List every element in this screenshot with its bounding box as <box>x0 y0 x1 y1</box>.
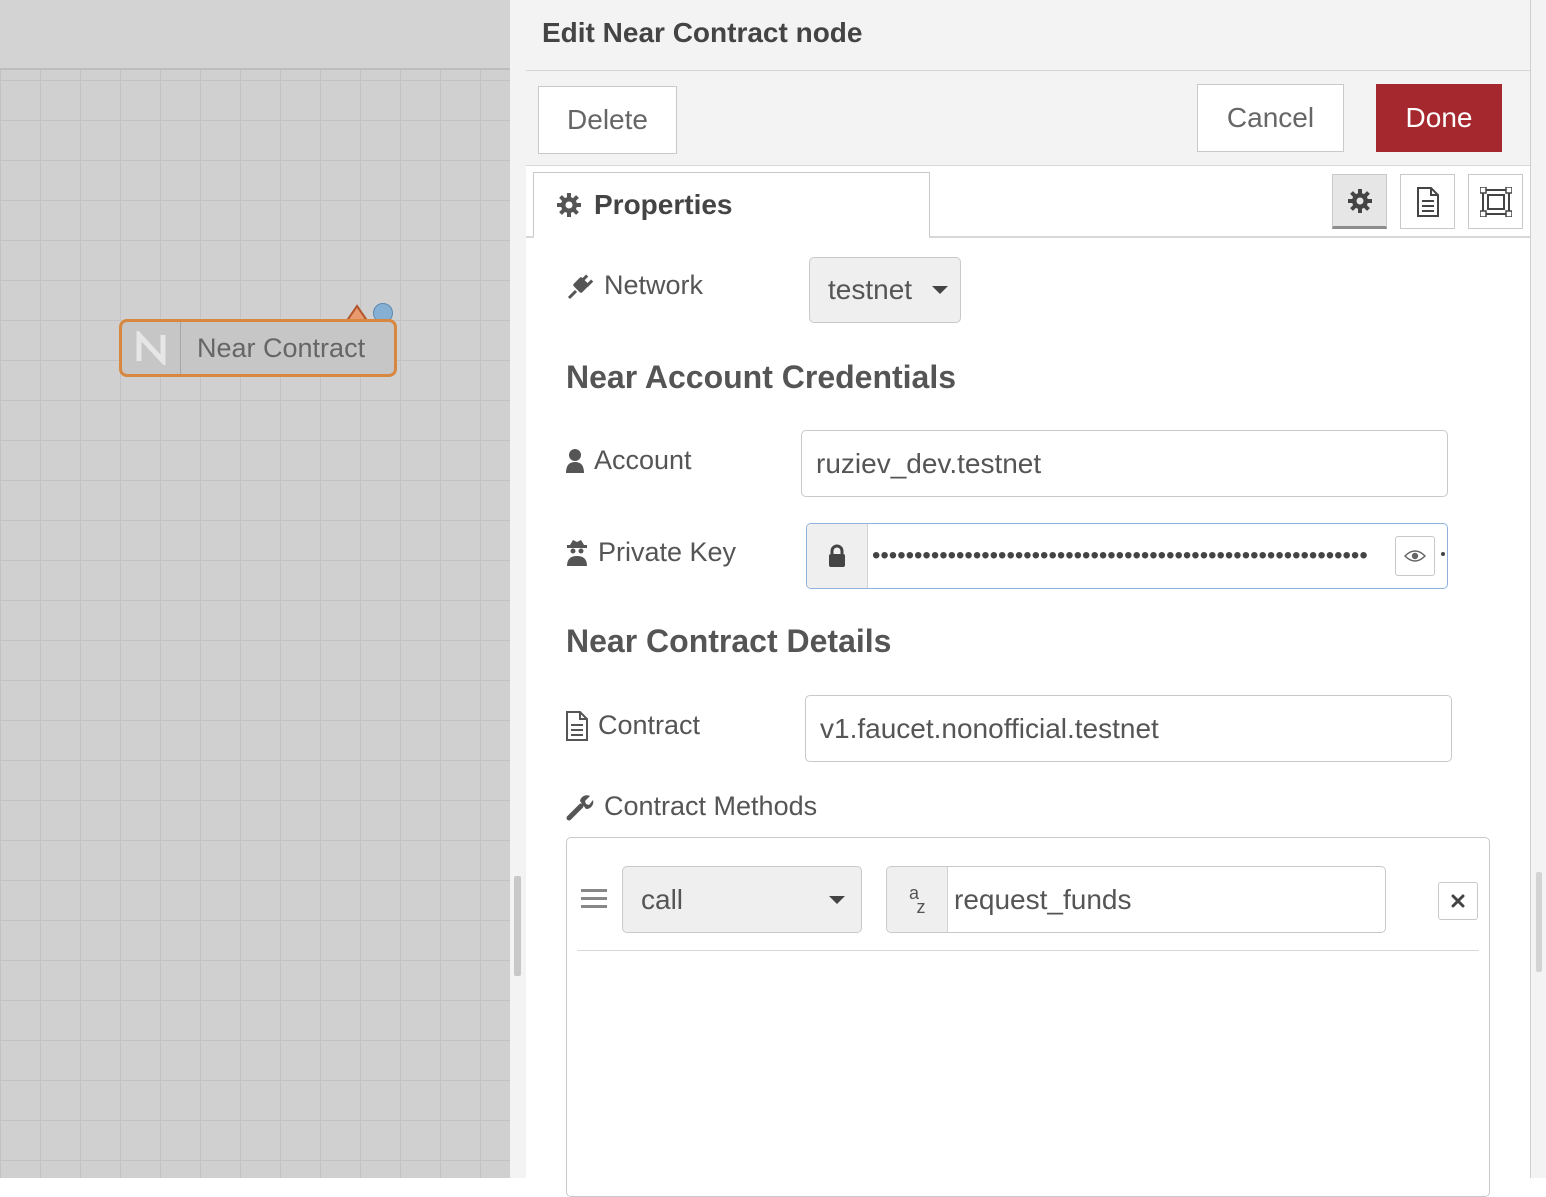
plug-icon <box>567 273 594 299</box>
near-logo-icon <box>122 322 181 374</box>
contract-label-row: Contract <box>566 710 700 741</box>
network-value: testnet <box>828 274 913 305</box>
credentials-heading: Near Account Credentials <box>566 359 957 395</box>
tray-title: Edit Near Contract node <box>542 17 863 48</box>
contract-field[interactable] <box>805 695 1452 762</box>
user-icon <box>566 448 584 473</box>
masked-overflow-dot <box>1441 552 1445 556</box>
scrollbar[interactable] <box>1536 872 1542 972</box>
tab-properties-label: Properties <box>594 188 733 220</box>
network-select[interactable]: testnet <box>809 257 961 323</box>
private-key-field[interactable]: ••••••••••••••••••••••••••••••••••••••••… <box>806 523 1448 589</box>
remove-method-button[interactable] <box>1438 882 1478 920</box>
workspace-grid[interactable] <box>0 70 510 1178</box>
tray-tabs: Properties <box>526 166 1530 239</box>
methods-label-row: Contract Methods <box>566 791 817 822</box>
list-item: call az request_funds <box>577 838 1479 951</box>
node-label: Near Contract <box>197 332 366 363</box>
tray-toolbar: Delete Cancel Done <box>526 71 1530 166</box>
chevron-down-icon <box>829 895 845 904</box>
account-label: Account <box>594 445 692 475</box>
account-field[interactable] <box>801 430 1448 497</box>
close-icon <box>1451 894 1465 908</box>
method-name-field[interactable]: az request_funds <box>886 866 1386 933</box>
contract-input[interactable] <box>820 712 1451 745</box>
details-heading: Near Contract Details <box>566 623 892 659</box>
methods-list: call az request_funds <box>566 837 1490 1197</box>
tab-settings[interactable] <box>1332 174 1387 229</box>
account-label-row: Account <box>566 445 692 476</box>
contract-label: Contract <box>598 710 701 740</box>
show-password-button[interactable] <box>1395 536 1435 576</box>
file-icon <box>566 710 588 741</box>
eye-icon <box>1404 550 1426 562</box>
resize-grip[interactable] <box>514 876 521 976</box>
tab-appearance[interactable] <box>1468 174 1523 229</box>
delete-button[interactable]: Delete <box>538 86 677 154</box>
lock-icon <box>807 524 868 588</box>
drag-handle-icon[interactable] <box>581 888 607 910</box>
chevron-down-icon <box>932 286 949 294</box>
method-name-value[interactable]: request_funds <box>948 867 1385 932</box>
string-type-icon[interactable]: az <box>887 867 948 932</box>
private-key-label-row: Private Key <box>566 537 736 568</box>
cancel-button[interactable]: Cancel <box>1197 84 1344 152</box>
tray-header: Edit Near Contract node <box>526 0 1530 71</box>
method-type-select[interactable]: call <box>622 866 862 933</box>
private-key-label: Private Key <box>598 537 737 567</box>
done-button[interactable]: Done <box>1376 84 1502 152</box>
gear-icon <box>557 192 581 217</box>
method-type-value: call <box>641 883 684 915</box>
document-icon <box>1416 186 1439 217</box>
edit-tray: Edit Near Contract node Delete Cancel Do… <box>526 0 1530 1197</box>
network-label-row: Network <box>566 270 703 301</box>
tray-right-edge <box>1530 0 1546 1178</box>
near-contract-node[interactable]: Near Contract <box>119 319 397 377</box>
tab-properties[interactable]: Properties <box>533 172 930 239</box>
tray-resize-divider[interactable] <box>510 0 527 1178</box>
private-key-masked[interactable]: ••••••••••••••••••••••••••••••••••••••••… <box>868 524 1447 588</box>
workspace-toolbar <box>0 0 510 70</box>
network-label: Network <box>604 270 704 300</box>
flow-workspace: Near Contract <box>0 0 510 1178</box>
wrench-icon <box>566 794 594 820</box>
spy-icon <box>567 539 587 566</box>
frame-icon <box>1479 186 1512 217</box>
methods-label: Contract Methods <box>604 791 818 821</box>
gear-icon <box>1347 188 1372 213</box>
account-input[interactable] <box>816 447 1447 480</box>
tab-description[interactable] <box>1400 174 1455 229</box>
